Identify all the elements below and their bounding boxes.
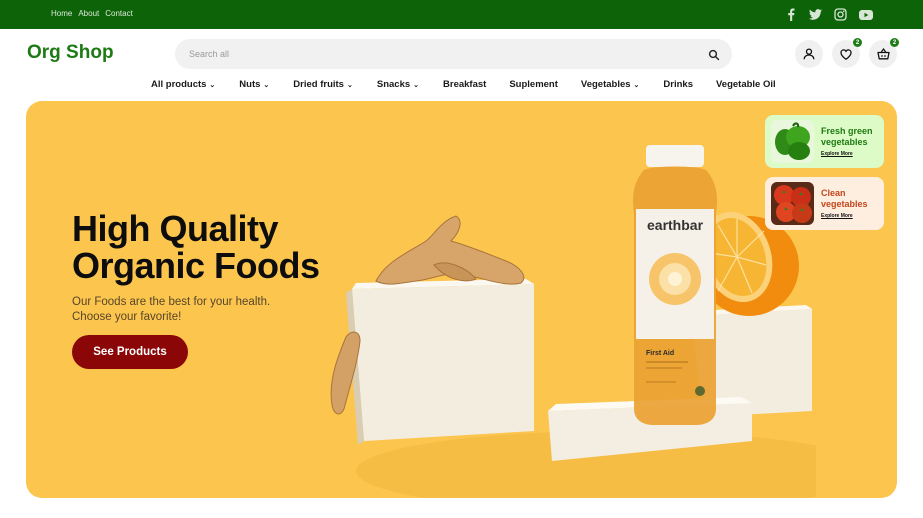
user-icon — [803, 48, 815, 60]
cart-button[interactable]: 2 — [869, 38, 899, 68]
search-input[interactable] — [189, 39, 689, 69]
see-products-button[interactable]: See Products — [72, 335, 188, 369]
promo-title-line-1: Fresh green — [821, 126, 873, 136]
facebook-icon[interactable] — [783, 7, 798, 22]
category-nav: All products ⌄ Nuts ⌄ Dried fruits ⌄ Snacks… — [151, 79, 776, 90]
promo-title: Fresh green vegetables — [821, 126, 873, 147]
promo-text: Fresh green vegetables Explore More — [821, 126, 873, 157]
nav-item-dried-fruits[interactable]: Dried fruits ⌄ — [293, 79, 353, 90]
nav-item-label: Vegetables — [580, 79, 631, 90]
hero-product-photo: earthbar First Aid — [330, 145, 816, 498]
wishlist-button[interactable]: 2 — [832, 38, 862, 68]
promo-card-clean[interactable]: Clean vegetables Explore More — [765, 177, 884, 230]
hero-subtitle-line-1: Our Foods are the best for your health. — [72, 296, 271, 308]
youtube-icon[interactable] — [858, 7, 873, 22]
nav-item-label: Nuts — [239, 79, 261, 90]
nav-item-vegetables[interactable]: Vegetables ⌄ — [581, 79, 640, 90]
hero-title: High Quality Organic Foods — [72, 210, 320, 284]
nav-item-label: Snacks — [376, 79, 411, 90]
nav-item-breakfast[interactable]: Breakfast — [443, 79, 486, 90]
explore-more-link[interactable]: Explore More — [821, 213, 868, 219]
heart-icon — [840, 48, 852, 60]
nav-item-suplement[interactable]: Suplement — [509, 79, 558, 90]
hero-title-line-2: Organic Foods — [72, 245, 320, 286]
nav-item-label: Vegetable Oil — [715, 79, 776, 90]
explore-more-link[interactable]: Explore More — [821, 151, 873, 157]
hero-title-line-1: High Quality — [72, 208, 279, 249]
promo-title-line-1: Clean — [821, 188, 846, 198]
basket-icon — [876, 48, 890, 60]
promo-card-fresh-green[interactable]: Fresh green vegetables Explore More — [765, 115, 884, 168]
top-links: Home About Contact — [51, 9, 133, 18]
nav-item-vegetable-oil[interactable]: Vegetable Oil — [716, 79, 776, 90]
chevron-down-icon: ⌄ — [413, 81, 420, 89]
top-link-home[interactable]: Home — [51, 9, 72, 18]
bottle-brand-label: earthbar — [647, 217, 704, 233]
promo-title-line-2: vegetables — [821, 136, 868, 147]
cart-count-badge: 2 — [890, 38, 899, 47]
account-button[interactable] — [795, 40, 823, 68]
chevron-down-icon: ⌄ — [346, 81, 353, 89]
nav-item-all-products[interactable]: All products ⌄ — [151, 79, 215, 90]
chevron-down-icon: ⌄ — [209, 81, 216, 89]
bottle-product-label: First Aid — [646, 350, 674, 357]
green-vegetables-image — [771, 120, 814, 163]
hero-subtitle-line-2: Choose your favorite! — [72, 311, 182, 323]
hero-banner: earthbar First Aid High Quality Organic … — [26, 101, 897, 498]
nav-item-drinks[interactable]: Drinks — [663, 79, 693, 90]
nav-item-label: Drinks — [663, 79, 693, 90]
chevron-down-icon: ⌄ — [263, 81, 270, 89]
nav-item-nuts[interactable]: Nuts ⌄ — [239, 79, 269, 90]
instagram-icon[interactable] — [833, 7, 848, 22]
nav-item-label: Suplement — [509, 79, 558, 90]
tomatoes-image — [771, 182, 814, 225]
nav-item-label: Dried fruits — [293, 79, 344, 90]
promo-text: Clean vegetables Explore More — [821, 188, 868, 219]
nav-item-label: Breakfast — [443, 79, 487, 90]
site-logo[interactable]: Org Shop — [27, 42, 114, 64]
chevron-down-icon: ⌄ — [633, 81, 640, 89]
social-links — [783, 7, 873, 22]
top-link-about[interactable]: About — [78, 9, 99, 18]
search-bar — [175, 39, 732, 69]
top-link-contact[interactable]: Contact — [105, 9, 133, 18]
nav-item-label: All products — [151, 79, 207, 90]
promo-title: Clean vegetables — [821, 188, 868, 209]
nav-item-snacks[interactable]: Snacks ⌄ — [377, 79, 419, 90]
promo-title-line-2: vegetables — [821, 198, 868, 209]
top-bar: Home About Contact — [0, 0, 923, 29]
hero-subtitle: Our Foods are the best for your health. … — [72, 295, 312, 325]
twitter-icon[interactable] — [808, 7, 823, 22]
search-icon[interactable] — [708, 48, 720, 61]
wishlist-count-badge: 2 — [853, 38, 862, 47]
